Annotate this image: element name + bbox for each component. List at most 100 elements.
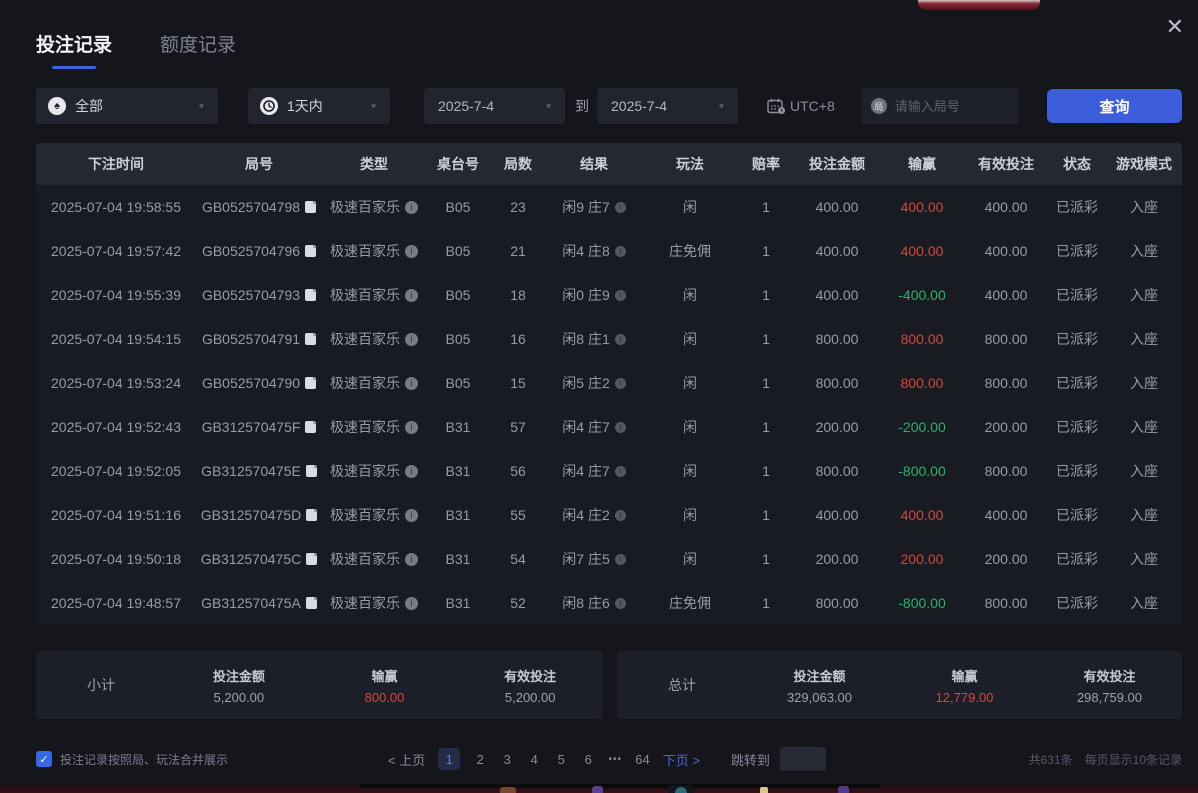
result-info-icon[interactable]: i xyxy=(615,246,626,257)
merge-checkbox[interactable]: ✓ xyxy=(36,751,52,767)
subtotal-winloss-title: 输赢 xyxy=(312,666,458,685)
close-icon[interactable]: ✕ xyxy=(1166,16,1184,38)
result-info-icon[interactable]: i xyxy=(615,334,626,345)
date-to-value: 2025-7-4 xyxy=(611,98,667,114)
time-range-dropdown[interactable]: 1天内 ▼ xyxy=(248,88,390,124)
game-type-text: 极速百家乐 xyxy=(330,373,400,393)
info-icon[interactable]: i xyxy=(405,421,418,434)
cell-game-mode: 入座 xyxy=(1106,461,1182,481)
cell-game-mode: 入座 xyxy=(1106,549,1182,569)
result-info-icon[interactable]: i xyxy=(615,510,626,521)
info-icon[interactable]: i xyxy=(405,245,418,258)
result-info-icon[interactable]: i xyxy=(615,598,626,609)
cell-result: 闲4 庄2i xyxy=(546,505,642,525)
page-button-1[interactable]: 1 xyxy=(438,748,460,770)
cell-valid-bet: 400.00 xyxy=(964,287,1048,303)
page-button-6[interactable]: 6 xyxy=(581,752,595,767)
copy-icon[interactable] xyxy=(306,597,317,609)
subtotal-panel: 小计 投注金额5,200.00 输赢800.00 有效投注5,200.00 xyxy=(36,651,603,719)
page-button-64[interactable]: 64 xyxy=(635,752,649,767)
cell-play-type: 闲 xyxy=(642,329,738,349)
page-button-3[interactable]: 3 xyxy=(500,752,514,767)
info-icon[interactable]: i xyxy=(405,465,418,478)
result-info-icon[interactable]: i xyxy=(615,290,626,301)
info-icon[interactable]: i xyxy=(405,201,418,214)
cell-status: 已派彩 xyxy=(1048,197,1106,217)
result-info-icon[interactable]: i xyxy=(615,378,626,389)
cell-odds: 1 xyxy=(738,243,794,259)
prev-page-button[interactable]: < 上页 xyxy=(388,750,425,769)
cell-game-type: 极速百家乐 i xyxy=(322,241,426,261)
cell-play-type: 闲 xyxy=(642,549,738,569)
copy-icon[interactable] xyxy=(305,421,316,433)
game-type-text: 极速百家乐 xyxy=(330,241,400,261)
cell-game-no: 18 xyxy=(490,287,546,303)
query-button[interactable]: 查询 xyxy=(1047,89,1182,123)
cell-time: 2025-07-04 19:54:15 xyxy=(36,331,196,347)
cell-play-type: 闲 xyxy=(642,461,738,481)
table-row: 2025-07-04 19:51:16GB312570475D极速百家乐iB31… xyxy=(36,493,1182,537)
info-icon[interactable]: i xyxy=(405,509,418,522)
round-search-input[interactable] xyxy=(895,99,1005,114)
page-button-5[interactable]: 5 xyxy=(554,752,568,767)
date-to-dropdown[interactable]: 2025-7-4 ▼ xyxy=(597,88,738,124)
tab-bet-records[interactable]: 投注记录 xyxy=(36,30,112,69)
result-info-icon[interactable]: i xyxy=(615,202,626,213)
game-type-text: 极速百家乐 xyxy=(330,197,400,217)
jump-page-input[interactable] xyxy=(780,747,826,771)
cell-result: 闲4 庄7i xyxy=(546,417,642,437)
background-game-strip xyxy=(0,784,1198,793)
cell-valid-bet: 400.00 xyxy=(964,243,1048,259)
tab-quota-records[interactable]: 额度记录 xyxy=(160,30,236,69)
copy-icon[interactable] xyxy=(305,333,316,345)
info-icon[interactable]: i xyxy=(405,597,418,610)
date-from-dropdown[interactable]: 2025-7-4 ▼ xyxy=(424,88,565,124)
cell-bet-amount: 400.00 xyxy=(794,287,880,303)
copy-icon[interactable] xyxy=(305,201,316,213)
page-button-2[interactable]: 2 xyxy=(473,752,487,767)
cell-game-no: 23 xyxy=(490,199,546,215)
result-text: 闲7 庄5 xyxy=(562,549,609,569)
page-button-4[interactable]: 4 xyxy=(527,752,541,767)
game-decoration xyxy=(760,787,768,793)
round-badge-icon: 局 xyxy=(871,98,887,114)
game-type-text: 极速百家乐 xyxy=(330,417,400,437)
info-icon[interactable]: i xyxy=(405,333,418,346)
info-icon[interactable]: i xyxy=(405,377,418,390)
cell-game-mode: 入座 xyxy=(1106,417,1182,437)
copy-icon[interactable] xyxy=(305,245,316,257)
to-label: 到 xyxy=(575,96,589,116)
cell-status: 已派彩 xyxy=(1048,417,1106,437)
next-page-button[interactable]: 下页 > xyxy=(663,750,700,769)
cell-game-type: 极速百家乐i xyxy=(322,549,426,569)
cell-round-id: GB0525704791 xyxy=(196,331,322,347)
cell-round-id: GB0525704798 xyxy=(196,199,322,215)
result-info-icon[interactable]: i xyxy=(615,554,626,565)
cell-table-no: B31 xyxy=(426,419,490,435)
result-text: 闲8 庄6 xyxy=(562,593,609,613)
column-header: 玩法 xyxy=(642,154,738,174)
timezone-value: UTC+8 xyxy=(790,98,835,114)
category-dropdown[interactable]: ♠ 全部 ▼ xyxy=(36,88,218,124)
game-logo-peek xyxy=(918,0,1040,10)
copy-icon[interactable] xyxy=(306,465,317,477)
jump-label: 跳转到 xyxy=(731,750,770,769)
cell-round-id: GB312570475A xyxy=(196,595,322,611)
copy-icon[interactable] xyxy=(305,377,316,389)
info-icon[interactable]: i xyxy=(405,553,418,566)
result-text: 闲8 庄1 xyxy=(562,329,609,349)
copy-icon[interactable] xyxy=(306,509,317,521)
cell-odds: 1 xyxy=(738,287,794,303)
cell-table-no: B05 xyxy=(426,287,490,303)
result-info-icon[interactable]: i xyxy=(615,466,626,477)
result-info-icon[interactable]: i xyxy=(615,422,626,433)
cell-winloss: 200.00 xyxy=(880,551,964,567)
round-id-text: GB312570475F xyxy=(202,419,301,435)
game-type-text: 极速百家乐 xyxy=(330,329,400,349)
copy-icon[interactable] xyxy=(306,553,317,565)
cell-game-mode: 入座 xyxy=(1106,373,1182,393)
cell-game-no: 57 xyxy=(490,419,546,435)
info-icon[interactable]: i xyxy=(405,289,418,302)
cell-bet-amount: 800.00 xyxy=(794,331,880,347)
copy-icon[interactable] xyxy=(305,289,316,301)
